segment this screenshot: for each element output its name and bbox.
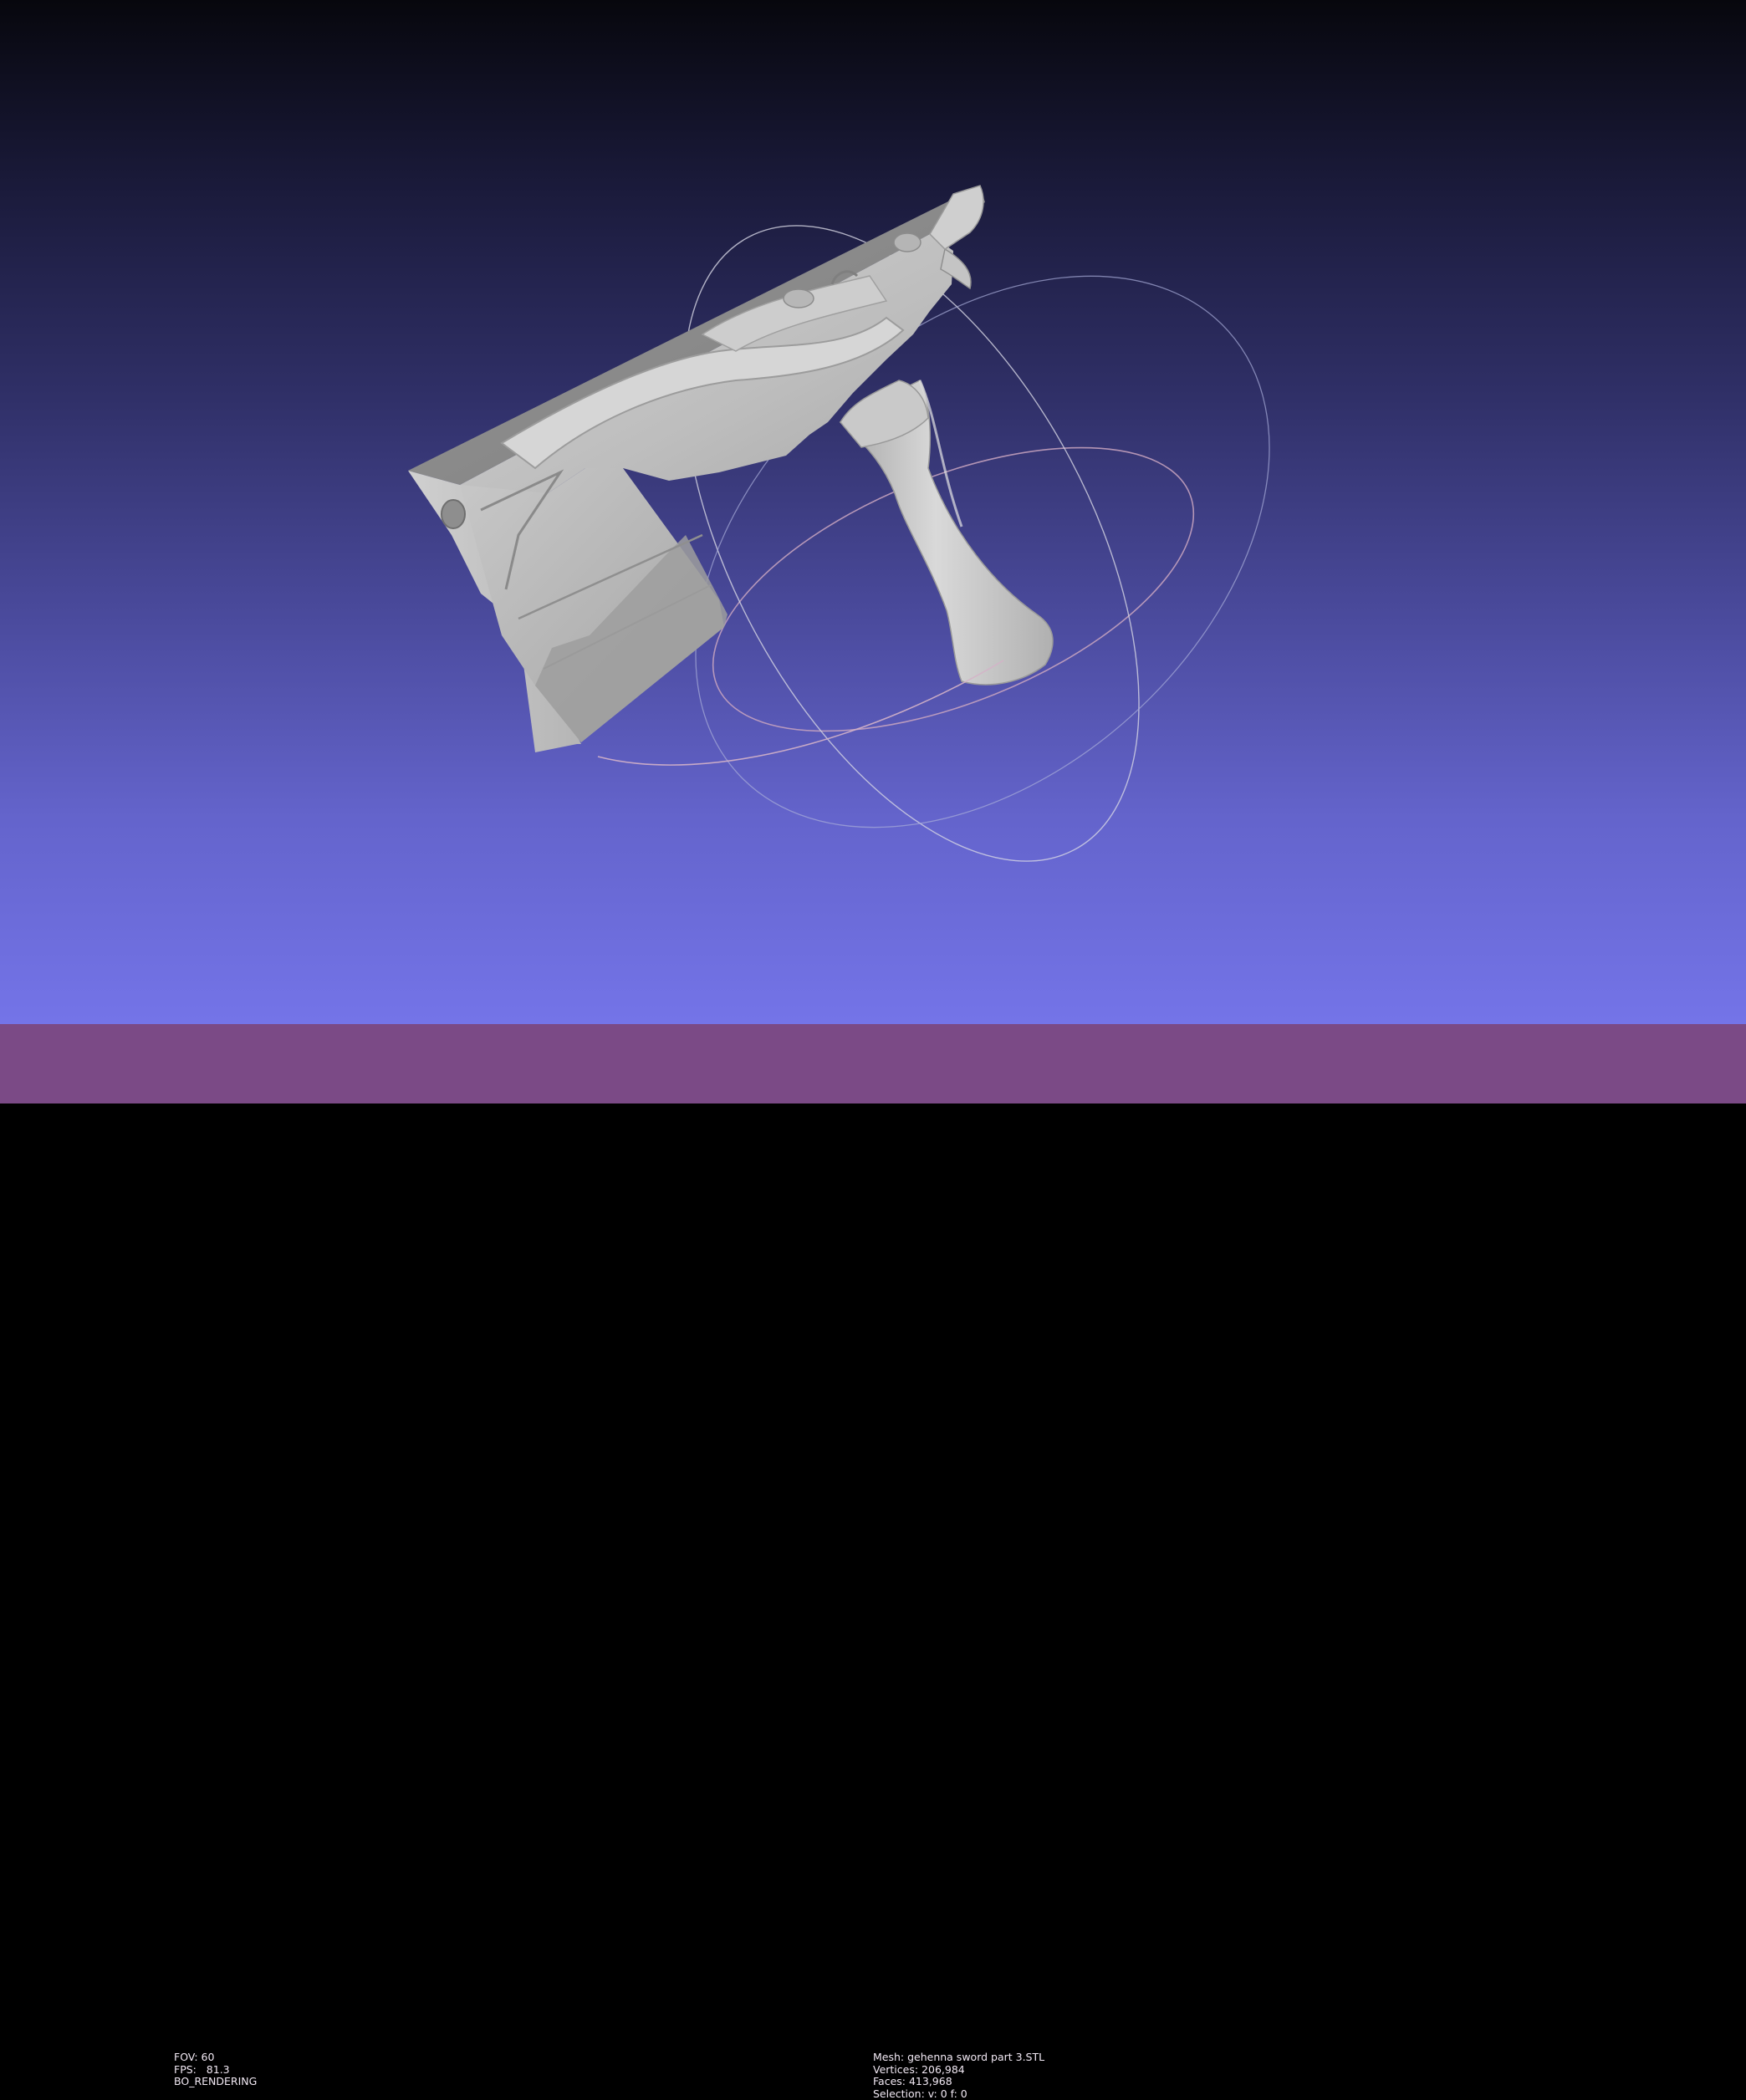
mesh-scene[interactable] [0, 0, 1746, 1024]
mesh-relief-eye [894, 233, 921, 252]
render-mode: BO_RENDERING [174, 2076, 257, 2088]
vertex-count: Vertices: 206,984 [873, 2064, 1044, 2077]
render-info: FOV: 60 FPS: 81.3 BO_RENDERING [174, 2052, 257, 2088]
face-count: Faces: 413,968 [873, 2076, 1044, 2088]
mesh-relief-eye [784, 289, 814, 308]
fps-readout: FPS: 81.3 [174, 2064, 257, 2077]
mesh-name: Mesh: gehenna sword part 3.STL [873, 2052, 1044, 2064]
mesh-hole [442, 500, 465, 528]
mesh-info: Mesh: gehenna sword part 3.STL Vertices:… [873, 2052, 1044, 2100]
fov-readout: FOV: 60 [174, 2052, 257, 2064]
trackball-ring-depth [589, 166, 1376, 937]
3d-viewport[interactable] [0, 0, 1746, 1024]
selection-count: Selection: v: 0 f: 0 [873, 2088, 1044, 2100]
status-bar: FOV: 60 FPS: 81.3 BO_RENDERING Mesh: geh… [0, 1024, 1746, 1104]
